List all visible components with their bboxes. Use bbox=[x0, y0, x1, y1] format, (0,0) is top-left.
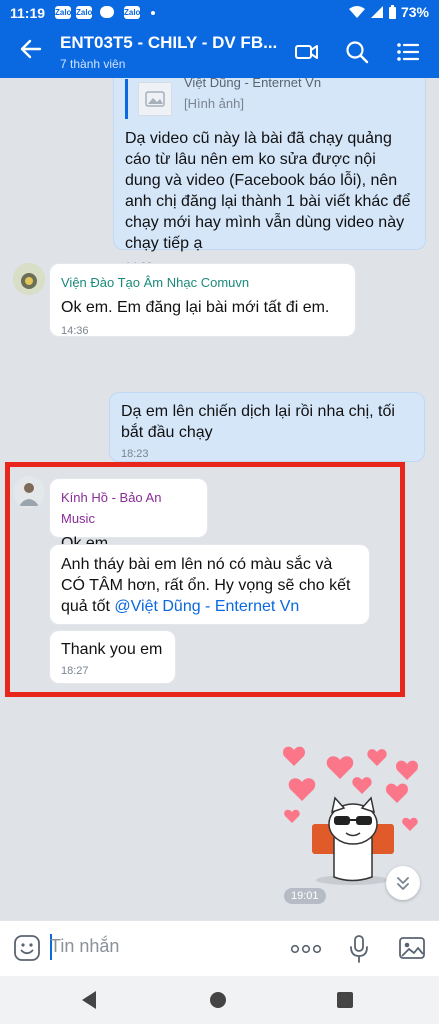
message-text: Ok em. Em đăng lại bài mới tất đi em. bbox=[61, 299, 330, 316]
wifi-icon bbox=[349, 6, 366, 18]
quote-thumbnail bbox=[138, 82, 172, 116]
status-time: 11:19 bbox=[10, 5, 46, 21]
image-placeholder-icon bbox=[145, 91, 165, 107]
message-input[interactable]: Tin nhắn bbox=[50, 936, 119, 957]
status-bar: 11:19 Zalo Zalo Zalo 73% bbox=[0, 0, 439, 26]
emoji-icon[interactable] bbox=[13, 934, 41, 967]
mic-icon[interactable] bbox=[348, 934, 370, 969]
member-count[interactable]: 7 thành viên bbox=[60, 57, 125, 71]
system-nav-bar bbox=[0, 976, 439, 1024]
nav-back-icon[interactable] bbox=[80, 990, 98, 1015]
message-text: Dạ video cũ này là bài đã chạy quảng cáo… bbox=[125, 130, 411, 252]
chat-bubble-icon bbox=[100, 6, 114, 18]
message-time: 19:01 bbox=[284, 888, 326, 904]
nav-recents-icon[interactable] bbox=[336, 991, 354, 1014]
zalo-notification-icon: Zalo bbox=[76, 6, 93, 19]
message-input-bar: Tin nhắn bbox=[0, 920, 439, 977]
battery-icon bbox=[389, 5, 397, 19]
scroll-down-button[interactable] bbox=[386, 866, 420, 900]
search-icon[interactable] bbox=[344, 39, 370, 65]
group-title[interactable]: ENT03T5 - CHILY - DV FB... bbox=[60, 33, 277, 53]
message-time: 14:36 bbox=[61, 325, 89, 337]
zalo-notification-icon: Zalo bbox=[124, 6, 141, 19]
avatar[interactable] bbox=[13, 263, 45, 295]
status-right: 73% bbox=[348, 4, 429, 20]
more-icon[interactable] bbox=[290, 939, 322, 964]
quote-sender: Việt Dũng - Enternet Vn bbox=[184, 78, 322, 90]
message-bubble[interactable]: Việt Dũng - Enternet Vn [Hình ảnh] Dạ vi… bbox=[113, 78, 426, 273]
notification-dot-icon bbox=[151, 11, 155, 15]
zalo-notification-icon: Zalo bbox=[55, 6, 72, 19]
quoted-message[interactable]: Việt Dũng - Enternet Vn [Hình ảnh] bbox=[125, 78, 414, 119]
sender-name[interactable]: Viện Đào Tạo Âm Nhạc Comuvn bbox=[61, 272, 344, 293]
message-bubble[interactable]: Viện Đào Tạo Âm Nhạc Comuvn Ok em. Em đă… bbox=[49, 263, 356, 337]
chevron-down-icon bbox=[397, 877, 409, 890]
chat-area[interactable]: Việt Dũng - Enternet Vn [Hình ảnh] Dạ vi… bbox=[0, 78, 439, 920]
list-icon[interactable] bbox=[395, 39, 421, 65]
quote-type: [Hình ảnh] bbox=[184, 96, 244, 111]
nav-home-icon[interactable] bbox=[209, 991, 227, 1014]
message-bubble[interactable]: Dạ em lên chiến dịch lại rồi nha chị, tố… bbox=[109, 392, 425, 462]
video-call-icon[interactable] bbox=[294, 39, 320, 65]
back-arrow-icon[interactable] bbox=[20, 38, 42, 65]
message-text: Dạ em lên chiến dịch lại rồi nha chị, tố… bbox=[121, 403, 395, 441]
battery-percent: 73% bbox=[400, 4, 429, 20]
chat-header: ENT03T5 - CHILY - DV FB... 7 thành viên bbox=[0, 26, 439, 78]
signal-icon bbox=[371, 6, 384, 18]
image-icon[interactable] bbox=[398, 934, 426, 967]
highlight-box bbox=[5, 462, 405, 697]
